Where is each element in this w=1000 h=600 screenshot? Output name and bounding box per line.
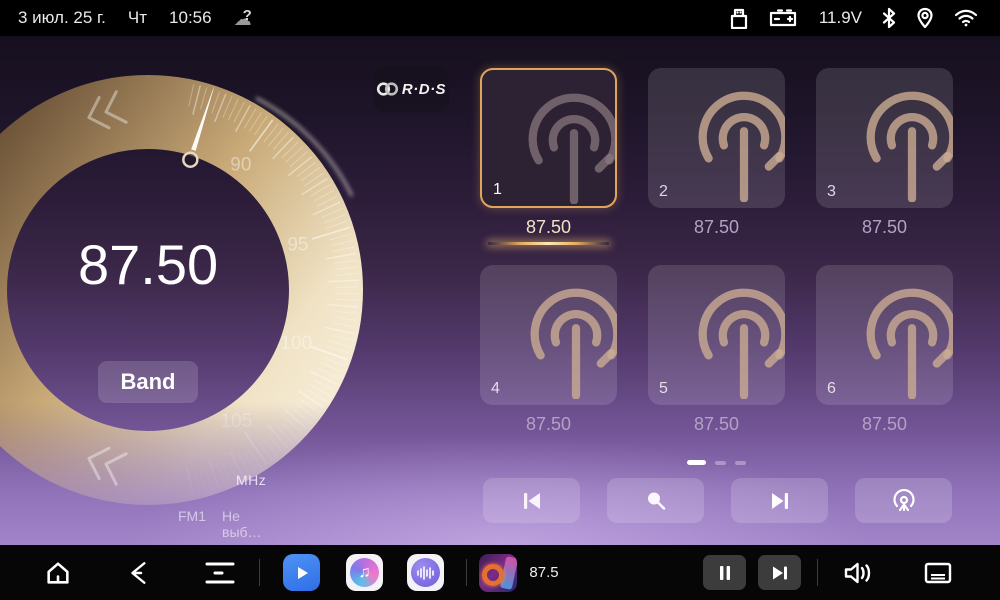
weather-unknown-icon: ☁ ? [234, 7, 260, 29]
nav-divider [466, 559, 467, 586]
status-time: 10:56 [169, 8, 212, 28]
page-dot-2[interactable] [715, 461, 726, 465]
volume-icon [843, 560, 873, 586]
preset-number: 2 [659, 183, 668, 201]
page-dot-1[interactable] [687, 460, 706, 465]
next-track-button[interactable] [758, 545, 801, 600]
preset-tile-1[interactable]: 1 [480, 68, 617, 208]
radio-main-panel: 90 95 100 105 87.50 MHz FM1 Не выб… Band [0, 36, 1000, 545]
voice-app-button[interactable] [407, 545, 444, 600]
preset-tile-4[interactable]: 4 [480, 265, 617, 405]
volume-button[interactable] [838, 545, 878, 600]
preset-number: 3 [827, 183, 836, 201]
skip-back-icon [520, 490, 544, 512]
voice-assistant-icon [407, 554, 444, 591]
play-app-icon [283, 554, 320, 591]
preset-tile-3[interactable]: 3 [816, 68, 953, 208]
preset-cell-5: 5 87.50 [648, 265, 785, 435]
preset-tile-6[interactable]: 6 [816, 265, 953, 405]
broadcast-icon [853, 281, 953, 399]
preset-cell-2: 2 87.50 [648, 68, 785, 238]
page-dot-3[interactable] [735, 461, 746, 465]
scan-stations-button[interactable] [855, 478, 952, 523]
preset-cell-4: 4 87.50 [480, 265, 617, 435]
battery-voltage: 11.9V [819, 8, 862, 28]
bluetooth-icon [882, 7, 896, 29]
display-button[interactable] [918, 545, 958, 600]
preset-frequency: 87.50 [816, 414, 953, 435]
svg-text:95: 95 [287, 234, 308, 255]
nav-divider [259, 559, 260, 586]
seek-previous-button[interactable] [483, 478, 580, 523]
wifi-icon [954, 8, 978, 28]
preset-cell-6: 6 87.50 [816, 265, 953, 435]
back-icon [127, 560, 153, 586]
seek-next-button[interactable] [731, 478, 828, 523]
rds-label: R·D·S [402, 81, 446, 98]
band-label: FM1 [178, 508, 206, 540]
pause-icon [718, 565, 732, 581]
search-stations-button[interactable] [607, 478, 704, 523]
preset-grid: 1 87.50 2 87.50 [480, 68, 953, 435]
preset-frequency: 87.50 [480, 217, 617, 238]
search-icon [644, 489, 668, 513]
music-app-icon: ♫ [346, 554, 383, 591]
home-icon [44, 559, 72, 587]
skip-forward-icon [768, 490, 792, 512]
preset-number: 6 [827, 380, 836, 398]
recents-icon [204, 560, 236, 586]
bottom-nav-bar: ♫ 87.5 [0, 545, 1000, 600]
broadcast-icon [515, 86, 617, 204]
recents-button[interactable] [200, 545, 240, 600]
display-icon [923, 560, 953, 586]
preset-cell-1: 1 87.50 [480, 68, 617, 238]
album-art [479, 554, 517, 592]
nav-divider [817, 559, 818, 586]
now-playing-frequency: 87.5 [524, 545, 564, 600]
frequency-value: 87.50 [78, 232, 218, 297]
video-app-button[interactable] [283, 545, 320, 600]
preset-frequency: 87.50 [480, 414, 617, 435]
broadcast-icon [517, 281, 617, 399]
station-status: Не выб… [222, 508, 262, 540]
rds-rings-icon [376, 81, 400, 97]
music-app-button[interactable]: ♫ [346, 545, 383, 600]
svg-text:100: 100 [280, 333, 312, 354]
home-button[interactable] [40, 545, 76, 600]
status-date: 3 июл. 25 г. [18, 8, 106, 28]
preset-number: 1 [493, 181, 502, 199]
antenna-scan-icon [891, 488, 917, 514]
preset-frequency: 87.50 [816, 217, 953, 238]
broadcast-icon [685, 281, 785, 399]
preset-number: 4 [491, 380, 500, 398]
location-icon [916, 7, 934, 29]
preset-tile-2[interactable]: 2 [648, 68, 785, 208]
svg-text:90: 90 [230, 154, 251, 175]
skip-next-icon [771, 565, 789, 581]
now-playing-thumbnail[interactable] [478, 545, 518, 600]
broadcast-icon [685, 84, 785, 202]
preset-tile-5[interactable]: 5 [648, 265, 785, 405]
battery-icon [769, 8, 799, 28]
selected-glow [488, 242, 609, 245]
status-bar: 3 июл. 25 г. Чт 10:56 ☁ ? 11.9V [0, 0, 1000, 36]
band-button[interactable]: Band [98, 361, 198, 403]
action-button-row [483, 478, 952, 523]
broadcast-icon [853, 84, 953, 202]
frequency-readout: 87.50 MHz FM1 Не выб… [78, 232, 218, 297]
usb-icon [729, 7, 749, 29]
preset-cell-3: 3 87.50 [816, 68, 953, 238]
svg-text:105: 105 [221, 411, 253, 432]
rds-badge: R·D·S [373, 66, 449, 112]
status-day: Чт [128, 8, 147, 28]
preset-number: 5 [659, 380, 668, 398]
preset-pagination [480, 460, 953, 465]
back-button[interactable] [122, 545, 158, 600]
preset-frequency: 87.50 [648, 414, 785, 435]
frequency-unit: MHz [236, 472, 266, 488]
radio-app-screen: 3 июл. 25 г. Чт 10:56 ☁ ? 11.9V [0, 0, 1000, 600]
pause-button[interactable] [703, 545, 746, 600]
preset-frequency: 87.50 [648, 217, 785, 238]
